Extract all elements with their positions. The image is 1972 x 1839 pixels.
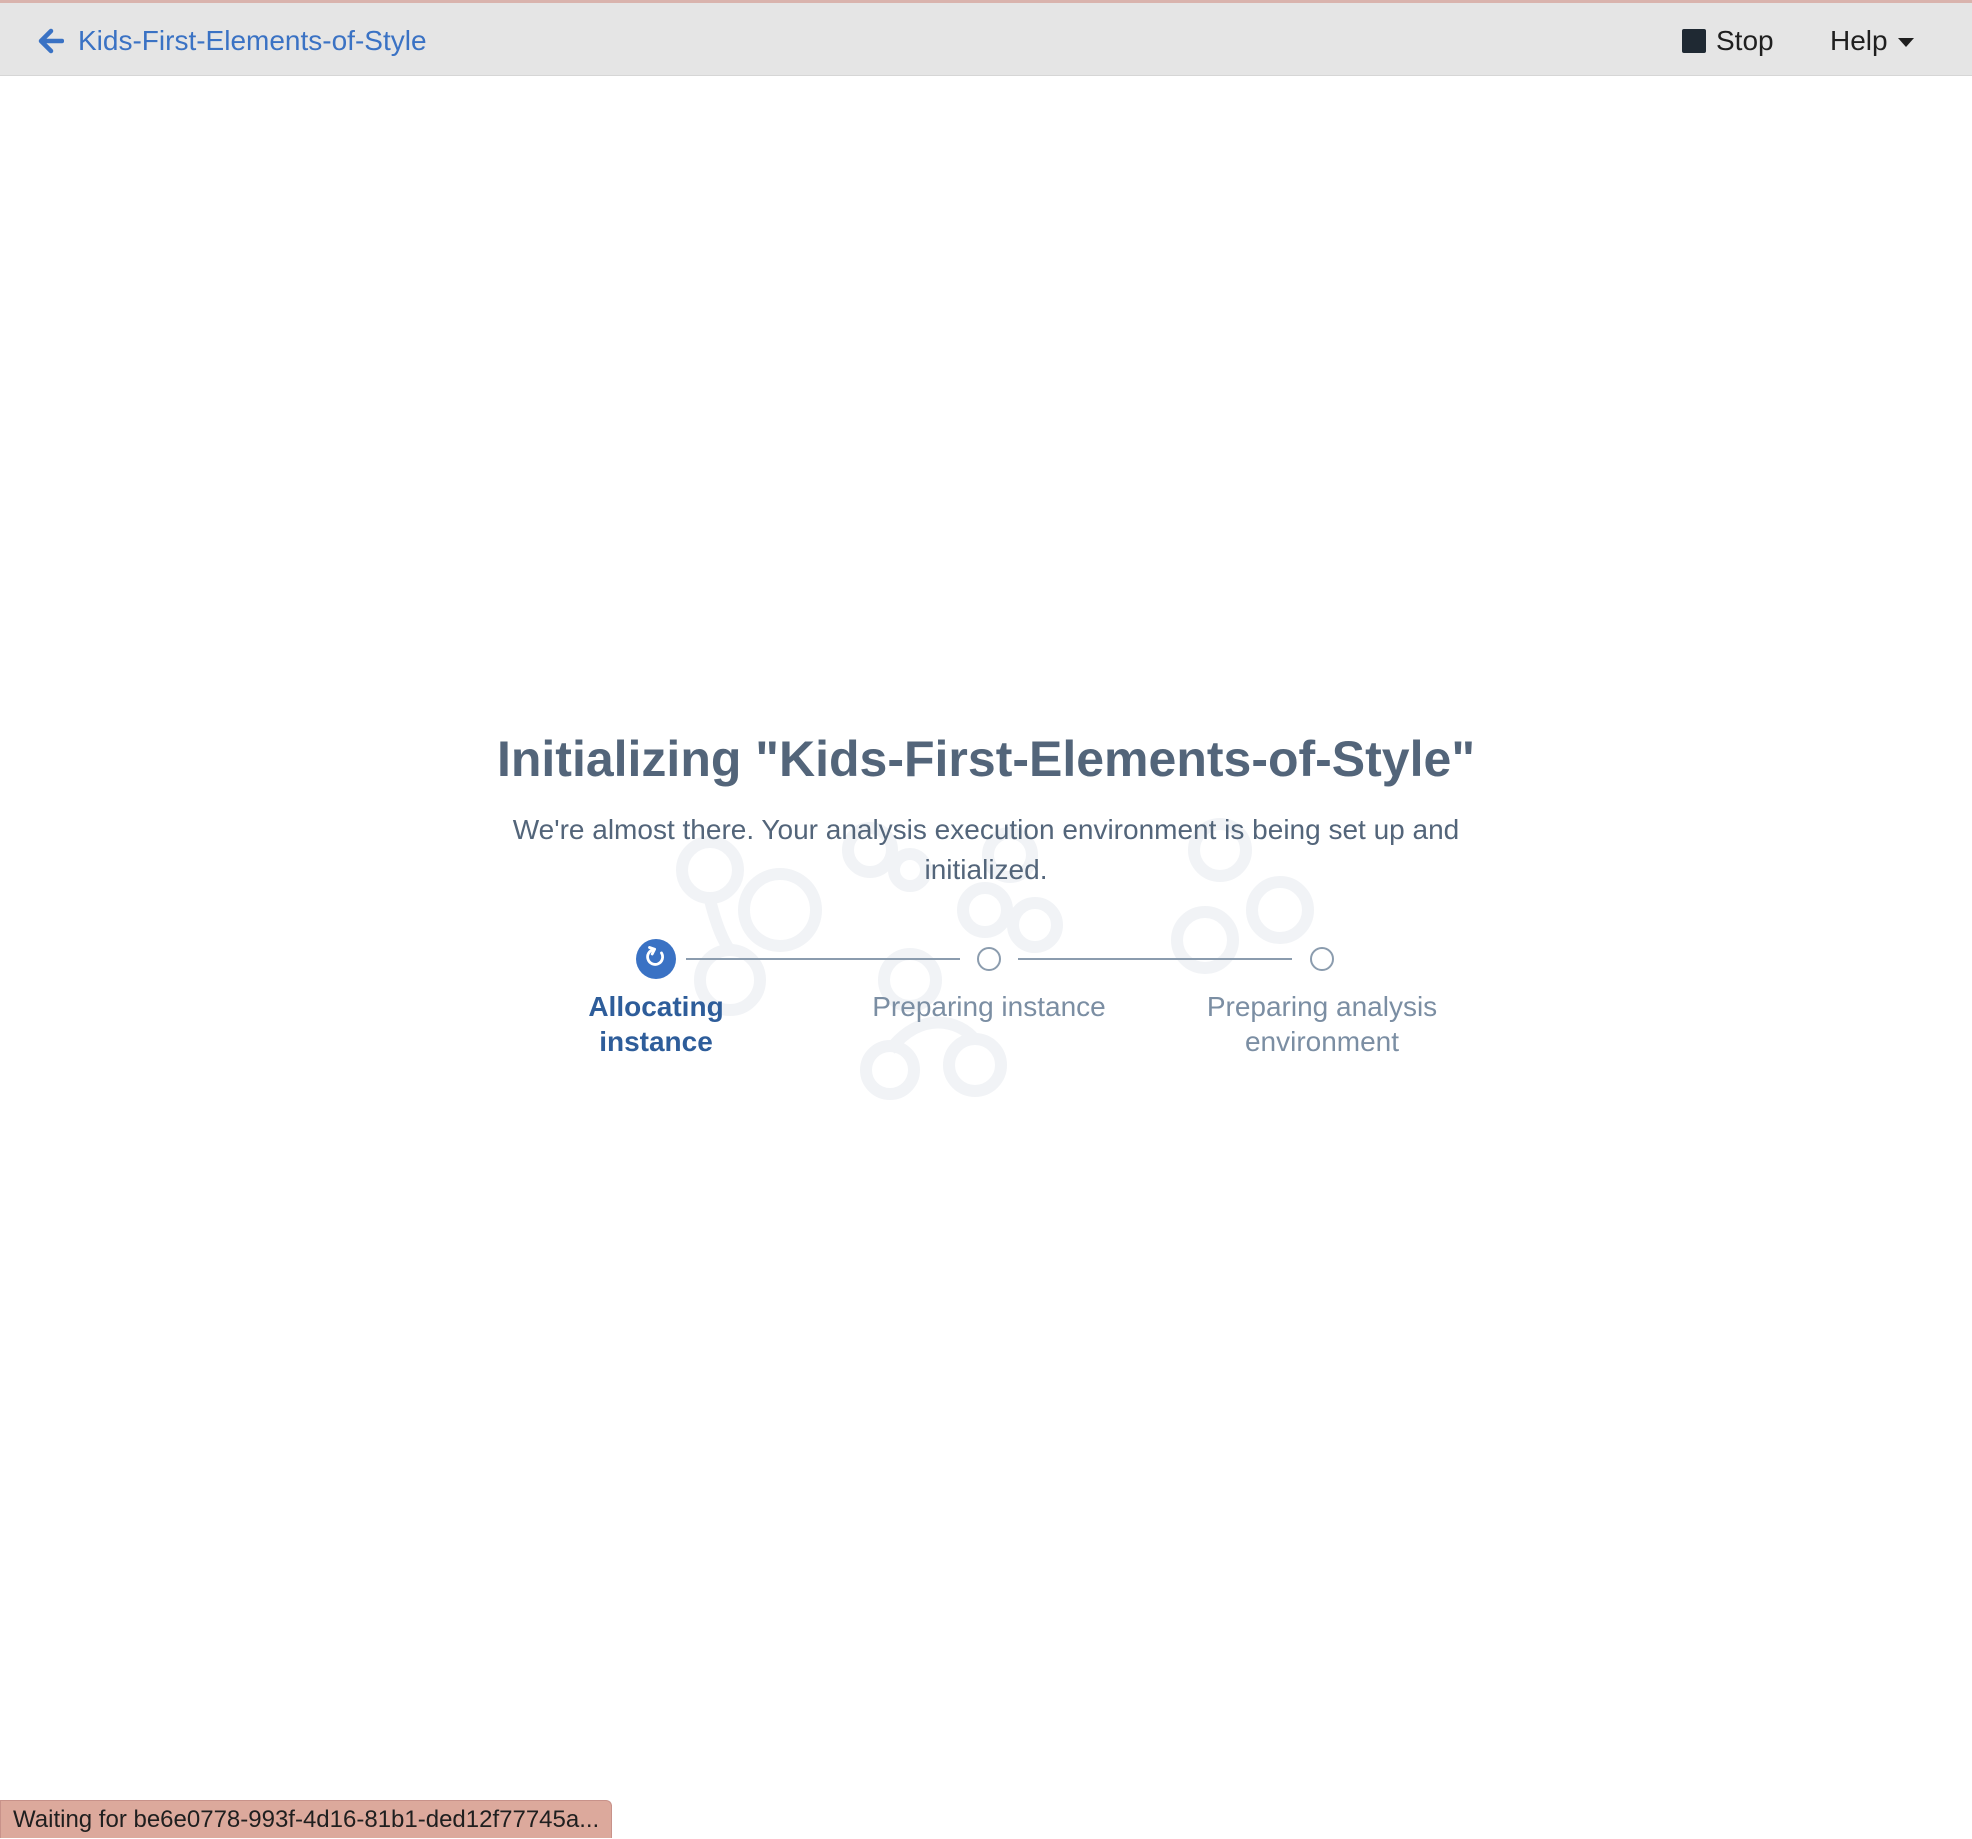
- page-subtitle: We're almost there. Your analysis execut…: [512, 814, 1460, 885]
- help-dropdown-button[interactable]: Help: [1830, 21, 1914, 61]
- back-to-project-link[interactable]: Kids-First-Elements-of-Style: [38, 21, 427, 61]
- status-bar: Waiting for be6e0778-993f-4d16-81b1-ded1…: [0, 1800, 613, 1838]
- arrow-left-icon: [38, 28, 64, 54]
- back-link-label: Kids-First-Elements-of-Style: [78, 25, 427, 56]
- stop-button-label: Stop: [1716, 25, 1774, 56]
- caret-down-icon: [1897, 37, 1914, 47]
- stop-square-icon: [1682, 29, 1706, 53]
- top-bar: Kids-First-Elements-of-Style Stop Help: [0, 0, 1972, 76]
- refresh-icon: [644, 945, 668, 974]
- page-title: Initializing "Kids-First-Elements-of-Sty…: [496, 731, 1476, 787]
- stop-button[interactable]: Stop: [1682, 21, 1774, 61]
- step-3-indicator: [1310, 947, 1334, 971]
- help-button-label: Help: [1830, 25, 1888, 56]
- main-content: Initializing "Kids-First-Elements-of-Sty…: [0, 730, 1972, 890]
- step-1-indicator: [636, 939, 676, 979]
- step-2-indicator: [977, 947, 1001, 971]
